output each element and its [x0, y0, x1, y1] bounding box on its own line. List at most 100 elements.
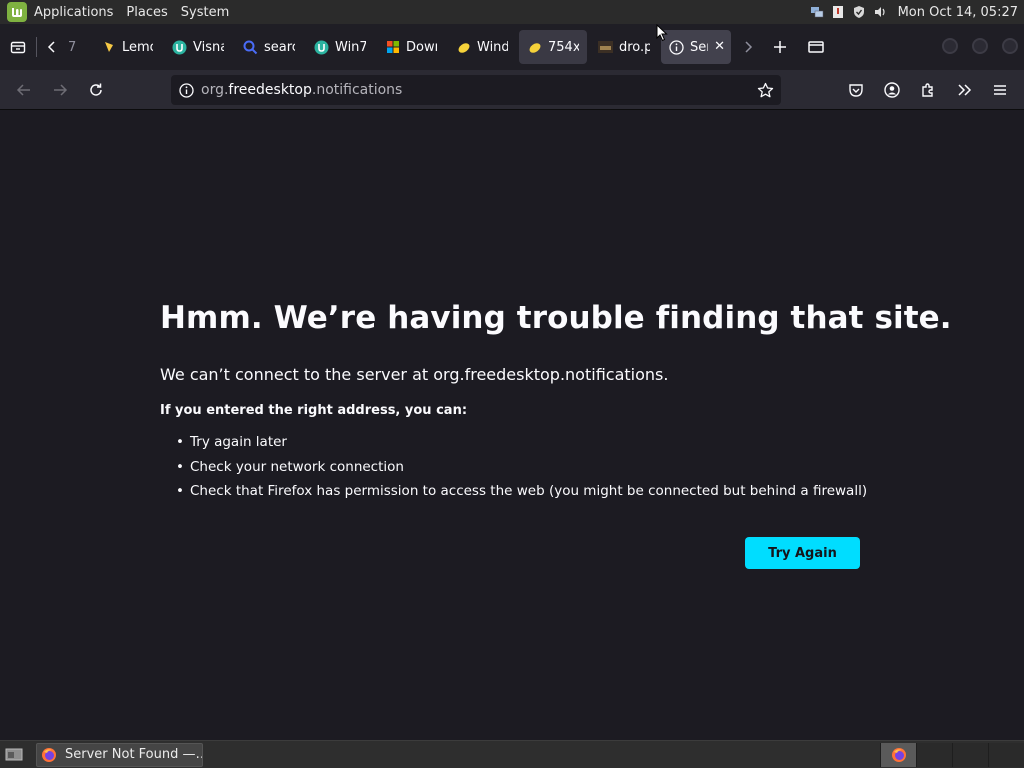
system-tray: Mon Oct 14, 05:27 — [810, 0, 1024, 24]
mint-menu-icon[interactable] — [7, 2, 27, 22]
tab-label: 7 — [68, 39, 77, 55]
tab-label: 754x — [548, 39, 579, 55]
pocket-button[interactable] — [838, 74, 874, 106]
url-bar[interactable]: org.freedesktop.notifications — [171, 75, 781, 105]
workspace-4[interactable] — [988, 743, 1024, 767]
tab-dro[interactable]: dro.p — [590, 30, 658, 64]
tab-separator — [36, 37, 37, 57]
clipboard-icon[interactable] — [831, 5, 845, 19]
workspace-switcher — [880, 743, 1024, 767]
clock[interactable]: Mon Oct 14, 05:27 — [898, 5, 1018, 20]
minimize-button[interactable] — [942, 38, 958, 54]
system-menu[interactable]: System — [181, 5, 229, 20]
firefox-icon — [891, 748, 906, 762]
tab-754x[interactable]: 754x — [519, 30, 587, 64]
u-icon — [172, 40, 187, 55]
shield-icon[interactable] — [852, 5, 866, 19]
tab-download[interactable]: Download — [377, 30, 445, 64]
scroll-tabs-left-button[interactable] — [40, 31, 64, 63]
back-button[interactable] — [6, 74, 42, 106]
tab-label: Download — [406, 39, 437, 55]
navigation-toolbar: org.freedesktop.notifications — [0, 70, 1024, 110]
tab-lemon[interactable]: Lemon — [93, 30, 161, 64]
plus-icon — [774, 41, 786, 53]
suggestion-list: Try again later Check your network conne… — [176, 434, 867, 508]
window-icon — [808, 41, 824, 53]
tab-label: Lemon — [122, 39, 153, 55]
forward-arrow-icon — [54, 83, 68, 96]
windows-icon — [385, 40, 400, 55]
workspace-1[interactable] — [880, 743, 916, 767]
url-domain-main: freedesktop — [228, 82, 312, 98]
site-info-icon[interactable] — [171, 75, 201, 105]
close-tab-icon[interactable]: ✕ — [714, 39, 725, 54]
tab-win7[interactable]: Win7 — [306, 30, 374, 64]
taskbar-window-title: Server Not Found —… — [65, 747, 203, 762]
puzzle-icon — [922, 83, 933, 97]
show-desktop-button[interactable] — [2, 743, 26, 767]
image-icon — [598, 40, 613, 55]
mouse-cursor-icon — [656, 24, 668, 42]
network-icon[interactable] — [810, 5, 824, 19]
list-item: Check your network connection — [176, 459, 867, 484]
list-item: Try again later — [176, 434, 867, 459]
taskbar-window-firefox[interactable]: Server Not Found —… — [36, 742, 203, 767]
tab-label: dro.p — [619, 39, 650, 55]
tab-label: Server — [690, 39, 708, 55]
firefox-icon — [41, 747, 57, 763]
tab-label: Win7 — [335, 39, 366, 55]
list-all-tabs-button[interactable] — [798, 31, 834, 63]
back-arrow-icon — [16, 83, 30, 96]
account-icon — [884, 82, 900, 98]
firefox-view-button[interactable] — [0, 31, 36, 63]
workspace-3[interactable] — [952, 743, 988, 767]
url-domain-suffix: .notifications — [311, 82, 403, 98]
more-tools-button[interactable] — [946, 74, 982, 106]
error-title: Hmm. We’re having trouble finding that s… — [160, 300, 952, 336]
lemon-icon — [456, 40, 471, 55]
window-controls — [942, 38, 1018, 54]
url-domain-prefix: org. — [201, 82, 229, 98]
chevron-right-icon — [745, 41, 753, 53]
tab-visnav[interactable]: Visnav — [164, 30, 232, 64]
tab-label: search — [264, 39, 295, 55]
volume-icon[interactable] — [873, 5, 887, 19]
bookmark-star-icon[interactable] — [755, 80, 775, 100]
tab-search[interactable]: search — [235, 30, 303, 64]
search-icon — [243, 40, 258, 55]
scroll-tabs-right-button[interactable] — [734, 31, 762, 63]
error-description: We can’t connect to the server at org.fr… — [160, 365, 669, 384]
tab-overflow[interactable]: 7 — [64, 30, 90, 64]
hamburger-icon — [994, 85, 1006, 95]
app-menu-button[interactable] — [982, 74, 1018, 106]
url-text[interactable]: org.freedesktop.notifications — [201, 82, 402, 98]
places-menu[interactable]: Places — [126, 5, 167, 20]
tab-windows[interactable]: Windows — [448, 30, 516, 64]
chevron-left-icon — [47, 41, 55, 53]
desktop-top-panel: Applications Places System Mon Oct 14, 0… — [0, 0, 1024, 24]
info-icon — [669, 39, 684, 55]
desktop-icon — [5, 748, 23, 760]
forward-button[interactable] — [42, 74, 78, 106]
toolbar-right-buttons — [838, 74, 1018, 106]
firefox-view-icon — [10, 41, 26, 54]
error-suggestions-heading: If you entered the right address, you ca… — [160, 403, 468, 418]
account-button[interactable] — [874, 74, 910, 106]
extensions-button[interactable] — [910, 74, 946, 106]
new-tab-button[interactable] — [762, 31, 798, 63]
double-chevron-icon — [958, 84, 972, 96]
pocket-icon — [849, 84, 863, 97]
reload-icon — [90, 83, 102, 96]
workspace-2[interactable] — [916, 743, 952, 767]
bottom-taskbar: Server Not Found —… — [0, 740, 1024, 768]
tab-server-not-found[interactable]: Server ✕ — [661, 30, 731, 64]
tab-label: Visnav — [193, 39, 224, 55]
close-window-button[interactable] — [1002, 38, 1018, 54]
lemon-icon — [101, 40, 116, 55]
tab-bar: 7 Lemon Visnav search Win7 Download Wind… — [0, 24, 1024, 70]
lemon-icon — [527, 40, 542, 55]
applications-menu[interactable]: Applications — [34, 5, 113, 20]
try-again-button[interactable]: Try Again — [745, 537, 860, 569]
reload-button[interactable] — [78, 74, 114, 106]
maximize-button[interactable] — [972, 38, 988, 54]
